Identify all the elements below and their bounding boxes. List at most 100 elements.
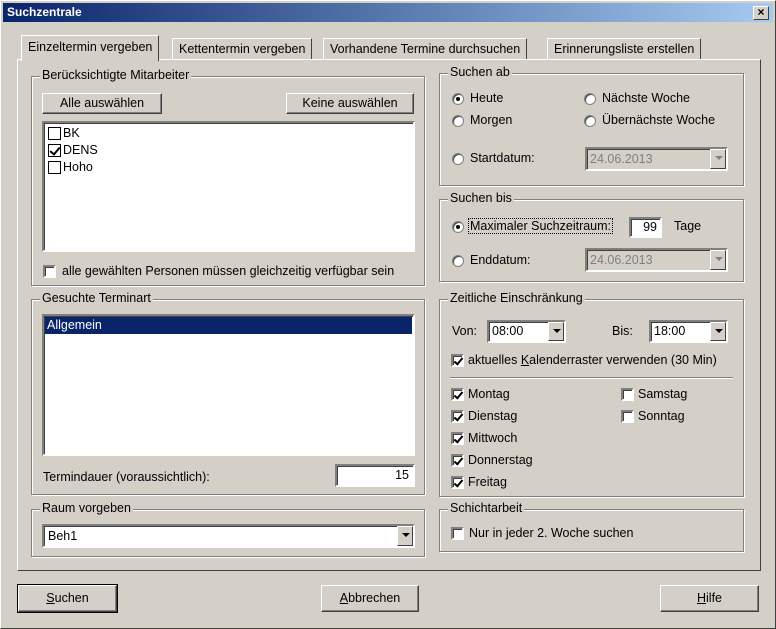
search-accel: S [46, 591, 55, 605]
chevron-down-icon[interactable] [710, 149, 726, 169]
search-from-group: Suchen ab Heute Morgen Nächste Woche Übe… [439, 65, 744, 186]
duration-label: Termindauer (voraussichtlich): [43, 470, 210, 484]
appointment-type-legend: Gesuchte Terminart [40, 291, 153, 305]
tuesday-checkbox[interactable] [451, 410, 464, 423]
max-period-input[interactable]: 99 [629, 217, 662, 238]
chevron-down-icon[interactable] [548, 322, 564, 341]
friday-label: Freitag [468, 475, 507, 489]
cancel-label: bbrechen [348, 591, 401, 605]
duration-input[interactable]: 15 [335, 464, 415, 487]
max-period-radio[interactable] [452, 221, 464, 233]
sunday-label: Sonntag [638, 409, 685, 423]
today-label: Heute [470, 91, 504, 105]
select-all-button[interactable]: Alle auswählen [42, 93, 162, 114]
chevron-down-icon[interactable] [397, 526, 413, 546]
calendar-raster-label: aktuelles Kalenderraster verwenden (30 M… [468, 353, 717, 367]
staff-legend: Berücksichtigte Mitarbeiter [40, 68, 192, 82]
end-date-radio[interactable] [452, 255, 464, 267]
to-time-value: 18:00 [654, 324, 686, 338]
tomorrow-radio[interactable] [452, 115, 464, 127]
search-label: uchen [54, 591, 89, 605]
wednesday-checkbox[interactable] [451, 432, 464, 445]
max-period-label: Maximaler Suchzeitraum: [468, 218, 614, 234]
to-time-select[interactable]: 18:00 [649, 320, 728, 343]
sunday-checkbox[interactable] [621, 410, 634, 423]
friday-checkbox[interactable] [451, 476, 464, 489]
search-button[interactable]: Suchen [17, 584, 118, 613]
shift-legend: Schichtarbeit [448, 501, 525, 515]
tab-erinnerungsliste[interactable]: Erinnerungsliste erstellen [547, 38, 702, 60]
start-date-label: Startdatum: [470, 151, 535, 165]
thursday-label: Donnerstag [468, 453, 533, 467]
help-accel: H [696, 591, 707, 605]
end-date-picker[interactable]: 24.06.2013 [585, 248, 728, 272]
close-button[interactable]: × [753, 6, 769, 20]
window-title: Suchzentrale [7, 5, 82, 19]
search-from-legend: Suchen ab [448, 65, 512, 79]
raster-label-accel: K [520, 353, 530, 367]
tab-einzeltermin[interactable]: Einzeltermin vergeben [21, 35, 160, 61]
week-after-label: Übernächste Woche [602, 113, 716, 127]
search-dialog: Suchzentrale × Einzeltermin vergeben Ket… [0, 0, 776, 629]
divider [450, 377, 733, 379]
end-date-label: Enddatum: [470, 253, 531, 267]
help-label: ilfe [706, 591, 722, 605]
room-value: Beh1 [48, 529, 78, 543]
list-item[interactable]: DENS [48, 142, 248, 159]
from-time-label: Von: [452, 324, 478, 338]
next-week-radio[interactable] [584, 93, 596, 105]
appointment-type-group: Gesuchte Terminart Allgemein Termindauer… [31, 291, 425, 495]
search-until-legend: Suchen bis [448, 191, 514, 205]
monday-label: Montag [468, 387, 510, 401]
staff-checkbox[interactable] [48, 127, 61, 140]
tab-vorhandene-termine[interactable]: Vorhandene Termine durchsuchen [323, 38, 528, 60]
room-select[interactable]: Beh1 [42, 524, 415, 548]
list-item[interactable]: Hoho [48, 159, 248, 176]
tuesday-label: Dienstag [468, 409, 518, 423]
staff-group: Berücksichtigte Mitarbeiter Alle auswähl… [31, 68, 425, 286]
next-week-label: Nächste Woche [602, 91, 691, 105]
every-second-week-checkbox[interactable] [451, 527, 464, 540]
from-time-select[interactable]: 08:00 [487, 320, 566, 343]
tab-label: Erinnerungsliste erstellen [554, 42, 695, 56]
list-item[interactable]: BK [48, 125, 248, 142]
wednesday-label: Mittwoch [468, 431, 518, 445]
week-after-radio[interactable] [584, 115, 596, 127]
calendar-raster-checkbox[interactable] [451, 354, 464, 367]
time-restriction-legend: Zeitliche Einschränkung [448, 291, 585, 305]
monday-checkbox[interactable] [451, 388, 464, 401]
all-available-checkbox[interactable] [43, 265, 56, 278]
help-button[interactable]: Hilfe [660, 585, 759, 612]
saturday-checkbox[interactable] [621, 388, 634, 401]
tab-label: Einzeltermin vergeben [28, 40, 153, 54]
staff-label: Hoho [63, 160, 93, 174]
tomorrow-label: Morgen [470, 113, 513, 127]
days-label: Tage [674, 219, 702, 233]
staff-checkbox[interactable] [48, 161, 61, 174]
today-radio[interactable] [452, 93, 464, 105]
cancel-accel: A [339, 591, 349, 605]
room-legend: Raum vorgeben [40, 501, 133, 515]
chevron-down-icon[interactable] [710, 250, 726, 270]
time-restriction-group: Zeitliche Einschränkung Von: 08:00 Bis: … [439, 291, 744, 497]
room-group: Raum vorgeben Beh1 [31, 501, 425, 557]
staff-checkbox[interactable] [48, 144, 61, 157]
end-date-value: 24.06.2013 [590, 253, 653, 267]
start-date-picker[interactable]: 24.06.2013 [585, 147, 728, 171]
appointment-type-list[interactable]: Allgemein [42, 314, 415, 456]
title-bar: Suchzentrale × [3, 3, 773, 22]
shift-group: Schichtarbeit Nur in jeder 2. Woche such… [439, 501, 744, 552]
select-none-button[interactable]: Keine auswählen [286, 93, 414, 114]
start-date-radio[interactable] [452, 153, 464, 165]
chevron-down-icon[interactable] [710, 322, 726, 341]
cancel-button[interactable]: Abbrechen [321, 585, 419, 612]
list-item[interactable]: Allgemein [45, 317, 412, 334]
thursday-checkbox[interactable] [451, 454, 464, 467]
staff-label: BK [63, 126, 80, 140]
saturday-label: Samstag [638, 387, 688, 401]
all-available-label: alle gewählten Personen müssen gleichzei… [62, 264, 395, 278]
close-icon: × [757, 5, 765, 19]
search-until-group: Suchen bis Maximaler Suchzeitraum: 99 Ta… [439, 191, 744, 282]
tab-kettentermin[interactable]: Kettentermin vergeben [172, 38, 313, 60]
staff-list[interactable]: BK DENS Hoho [42, 121, 415, 252]
